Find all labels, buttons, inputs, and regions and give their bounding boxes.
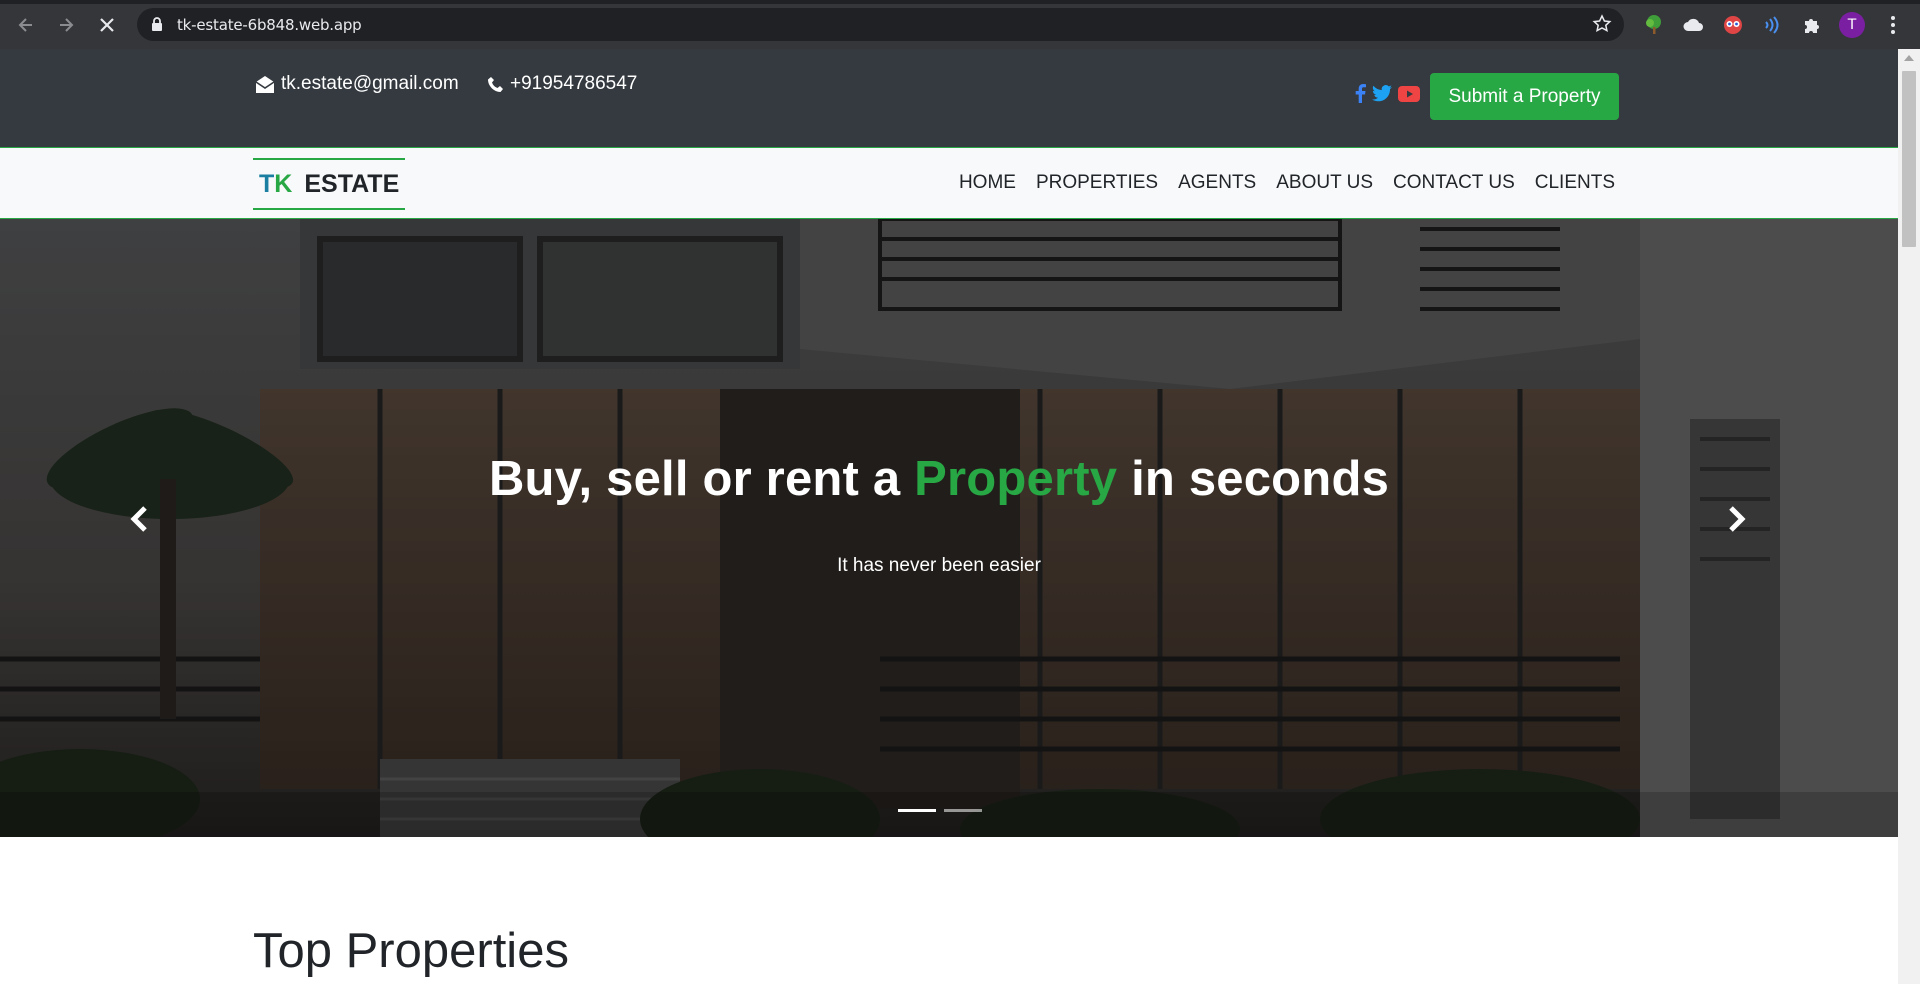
- browser-toolbar: tk-estate-6b848.web.app T: [0, 0, 1920, 49]
- logo-tk: TK: [259, 170, 292, 199]
- hero-title-after: in seconds: [1117, 452, 1390, 506]
- carousel-prev-icon[interactable]: [120, 499, 160, 539]
- nav-clients[interactable]: CLIENTS: [1535, 172, 1615, 194]
- carousel-indicator-1[interactable]: [898, 809, 936, 812]
- lock-icon[interactable]: [151, 17, 163, 37]
- forward-icon[interactable]: [53, 12, 79, 38]
- scrollbar-thumb[interactable]: [1902, 71, 1916, 247]
- youtube-icon[interactable]: [1398, 85, 1420, 107]
- carousel-indicator-2[interactable]: [944, 809, 982, 812]
- contact-topbar: tk.estate@gmail.com +91954786547 Submit …: [0, 49, 1898, 147]
- hero-title: Buy, sell or rent a Property in seconds: [0, 451, 1878, 507]
- phone-contact[interactable]: +91954786547: [487, 73, 637, 95]
- carousel-next-icon[interactable]: [1716, 499, 1756, 539]
- nav-home[interactable]: HOME: [959, 172, 1016, 194]
- sound-wave-extension-icon[interactable]: [1759, 12, 1785, 38]
- nav-contact-us[interactable]: CONTACT US: [1393, 172, 1515, 194]
- cloud-extension-icon[interactable]: [1680, 12, 1706, 38]
- social-links: [1355, 84, 1420, 108]
- hero-house-image: [0, 219, 1898, 837]
- stop-loading-icon[interactable]: [94, 12, 120, 38]
- scroll-up-icon[interactable]: [1904, 55, 1914, 61]
- page-viewport: tk.estate@gmail.com +91954786547 Submit …: [0, 49, 1898, 984]
- profile-avatar[interactable]: T: [1839, 12, 1865, 38]
- logo-k-letter: K: [274, 169, 293, 198]
- page-scrollbar[interactable]: [1898, 49, 1920, 984]
- envelope-icon: [255, 75, 275, 94]
- address-bar[interactable]: tk-estate-6b848.web.app: [137, 8, 1624, 41]
- tab-strip-edge: [0, 0, 1920, 4]
- phone-icon: [487, 76, 504, 93]
- logo-estate: ESTATE: [304, 169, 400, 198]
- eyes-extension-icon[interactable]: [1720, 12, 1746, 38]
- logo-t-letter: T: [259, 169, 275, 198]
- url-text[interactable]: tk-estate-6b848.web.app: [177, 16, 362, 34]
- bookmark-star-icon[interactable]: [1592, 14, 1612, 39]
- hero-title-accent: Property: [914, 452, 1118, 506]
- main-menu: HOME PROPERTIES AGENTS ABOUT US CONTACT …: [959, 172, 1615, 194]
- nav-properties[interactable]: PROPERTIES: [1036, 172, 1158, 194]
- tree-extension-icon[interactable]: [1641, 12, 1667, 38]
- hero-title-before: Buy, sell or rent a: [488, 452, 915, 506]
- site-logo[interactable]: TK ESTATE: [253, 158, 406, 210]
- carousel-indicator-band: [0, 792, 1898, 837]
- more-menu-icon[interactable]: [1883, 13, 1903, 37]
- back-icon[interactable]: [13, 12, 39, 38]
- hero-subtitle: It has never been easier: [837, 555, 1041, 576]
- phone-text[interactable]: +91954786547: [510, 73, 637, 95]
- facebook-icon[interactable]: [1355, 84, 1366, 108]
- nav-agents[interactable]: AGENTS: [1178, 172, 1256, 194]
- twitter-icon[interactable]: [1372, 85, 1392, 107]
- puzzle-extensions-icon[interactable]: [1799, 12, 1825, 38]
- email-contact[interactable]: tk.estate@gmail.com: [255, 73, 459, 95]
- nav-about-us[interactable]: ABOUT US: [1276, 172, 1373, 194]
- main-navbar: TK ESTATE HOME PROPERTIES AGENTS ABOUT U…: [0, 147, 1898, 219]
- email-text[interactable]: tk.estate@gmail.com: [281, 73, 459, 95]
- submit-property-button[interactable]: Submit a Property: [1430, 73, 1619, 120]
- hero-carousel: Buy, sell or rent a Property in seconds …: [0, 219, 1898, 837]
- carousel-indicators: [898, 809, 982, 812]
- top-properties-heading: Top Properties: [253, 924, 569, 978]
